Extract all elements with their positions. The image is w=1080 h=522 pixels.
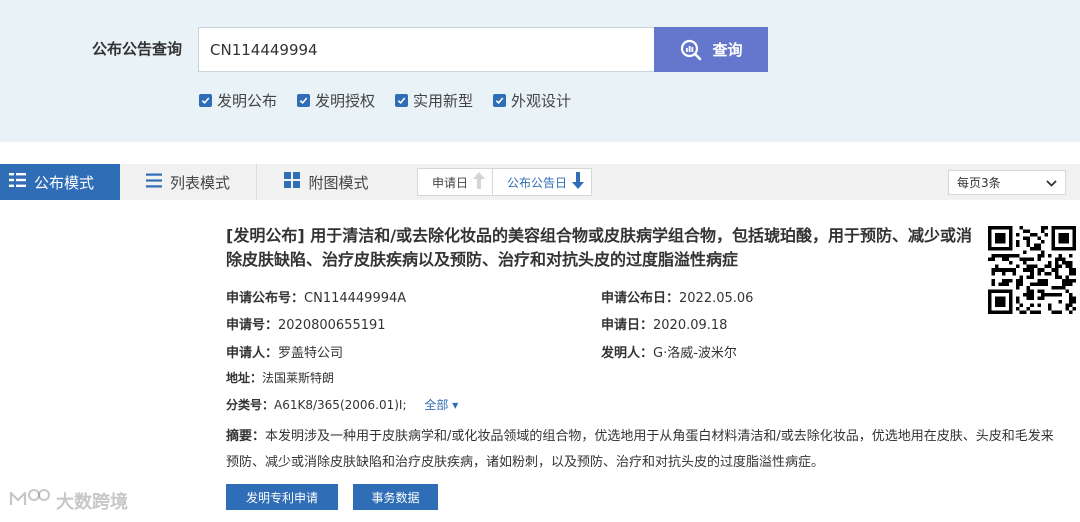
abstract-label: 摘要：	[226, 429, 266, 444]
checkbox-utility-model[interactable]: 实用新型	[395, 90, 473, 111]
sort-label: 申请日	[432, 175, 469, 190]
list-detail-icon	[9, 172, 26, 192]
grid-icon	[284, 172, 301, 192]
abstract: 摘要：本发明涉及一种用于皮肤病学和/或化妆品领域的组合物，优选地用于从角蛋白材料…	[226, 424, 1056, 476]
check-icon	[395, 94, 409, 107]
publication-date: 2022.05.06	[679, 291, 754, 306]
tab-figure-mode[interactable]: 附图模式	[258, 164, 395, 200]
page-size-value: 每页3条	[957, 176, 1001, 190]
check-icon	[493, 94, 507, 107]
watermark: 大数跨境	[8, 487, 128, 514]
application-number: 2020800655191	[278, 318, 386, 333]
caret-down-icon: ▾	[452, 398, 459, 412]
check-icon	[297, 94, 311, 107]
publication-number-field: 申请公布号：CN114449994A	[226, 291, 407, 306]
watermark-logo-icon	[8, 487, 50, 514]
applicant: 罗盖特公司	[278, 346, 344, 361]
arrow-up-icon	[473, 172, 486, 192]
result-title[interactable]: [发明公布] 用于清洁和/或去除化妆品的美容组合物或皮肤病学组合物，包括琥珀酸，…	[226, 224, 976, 272]
checkbox-label: 外观设计	[511, 92, 572, 110]
qr-code	[988, 226, 1076, 318]
sort-by-publication-date[interactable]: 公布公告日	[492, 169, 591, 195]
application-date-field: 申请日：2020.09.18	[601, 318, 728, 333]
checkbox-label: 发明授权	[315, 92, 376, 110]
classification: A61K8/365(2006.01)I;	[274, 398, 407, 412]
search-icon	[679, 38, 703, 62]
tab-label: 公布模式	[34, 173, 95, 192]
check-icon	[199, 94, 212, 107]
publication-date-field: 申请公布日：2022.05.06	[601, 291, 754, 306]
list-lines-icon	[145, 173, 162, 192]
affairs-data-button[interactable]: 事务数据	[353, 484, 438, 510]
checkbox-invention-publication[interactable]: 发明公布	[199, 90, 277, 111]
search-input[interactable]	[198, 27, 656, 72]
tab-list-mode[interactable]: 列表模式	[120, 164, 257, 200]
checkbox-label: 发明公布	[217, 92, 278, 110]
address: 法国莱斯特朗	[262, 371, 335, 385]
publication-number: CN114449994A	[304, 291, 407, 306]
sort-by-application-date[interactable]: 申请日	[418, 169, 492, 195]
watermark-text: 大数跨境	[56, 491, 128, 513]
checkbox-label: 实用新型	[413, 92, 474, 110]
search-button-label: 查询	[712, 41, 743, 59]
search-panel: 公布公告查询 查询 发明公布 发明授权 实用新型 外观设	[0, 0, 1080, 142]
tab-label: 列表模式	[169, 173, 230, 192]
address-field: 地址：法国莱斯特朗	[226, 371, 335, 385]
checkbox-invention-grant[interactable]: 发明授权	[297, 90, 375, 111]
applicant-field: 申请人：罗盖特公司	[226, 346, 344, 361]
classification-field: 分类号：A61K8/365(2006.01)I; 全部 ▾	[226, 398, 459, 412]
abstract-text: 本发明涉及一种用于皮肤病学和/或化妆品领域的组合物，优选地用于从角蛋白材料清洁和…	[226, 429, 1054, 470]
tab-label: 附图模式	[308, 173, 369, 192]
view-toolbar: 公布模式 列表模式 附图模式 申请日 公布公告日 每页3条	[0, 164, 1080, 200]
application-date: 2020.09.18	[653, 318, 728, 333]
sort-label: 公布公告日	[507, 175, 568, 190]
inventor: G·洛威-波米尔	[653, 346, 737, 361]
checkbox-design[interactable]: 外观设计	[493, 90, 571, 111]
search-label: 公布公告查询	[92, 40, 183, 58]
search-button[interactable]: 查询	[654, 27, 768, 72]
page-size-select[interactable]: 每页3条	[948, 170, 1066, 195]
application-number-field: 申请号：2020800655191	[226, 318, 386, 333]
category-checkboxes: 发明公布 发明授权 实用新型 外观设计	[199, 90, 571, 111]
arrow-down-icon	[572, 172, 585, 192]
tab-publish-mode[interactable]: 公布模式	[0, 164, 120, 200]
classification-all-link[interactable]: 全部 ▾	[424, 398, 458, 412]
chevron-down-icon	[1046, 176, 1057, 190]
invention-application-button[interactable]: 发明专利申请	[226, 484, 338, 510]
sort-group: 申请日 公布公告日	[417, 168, 593, 196]
inventor-field: 发明人：G·洛威-波米尔	[601, 346, 737, 361]
